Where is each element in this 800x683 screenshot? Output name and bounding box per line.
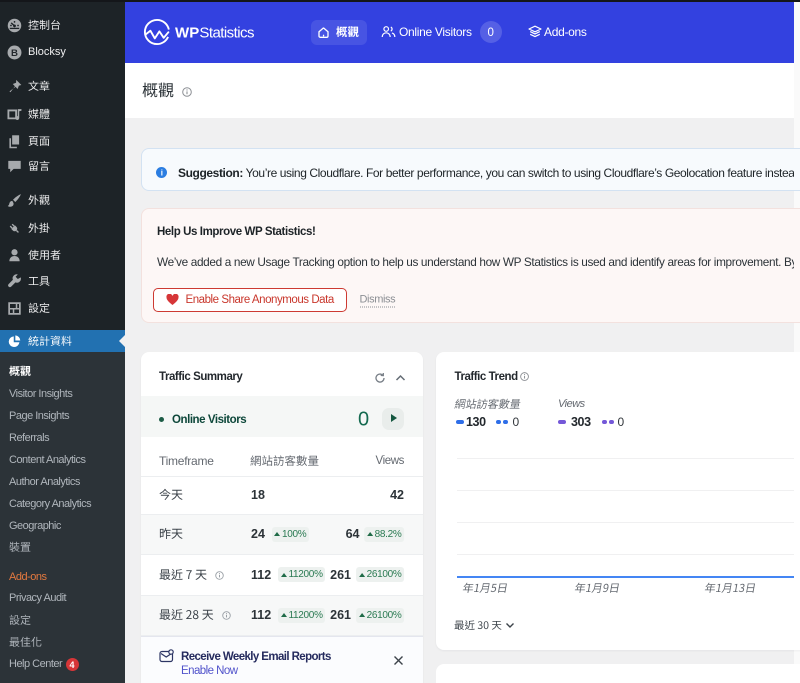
svg-text:B: B bbox=[11, 47, 18, 58]
